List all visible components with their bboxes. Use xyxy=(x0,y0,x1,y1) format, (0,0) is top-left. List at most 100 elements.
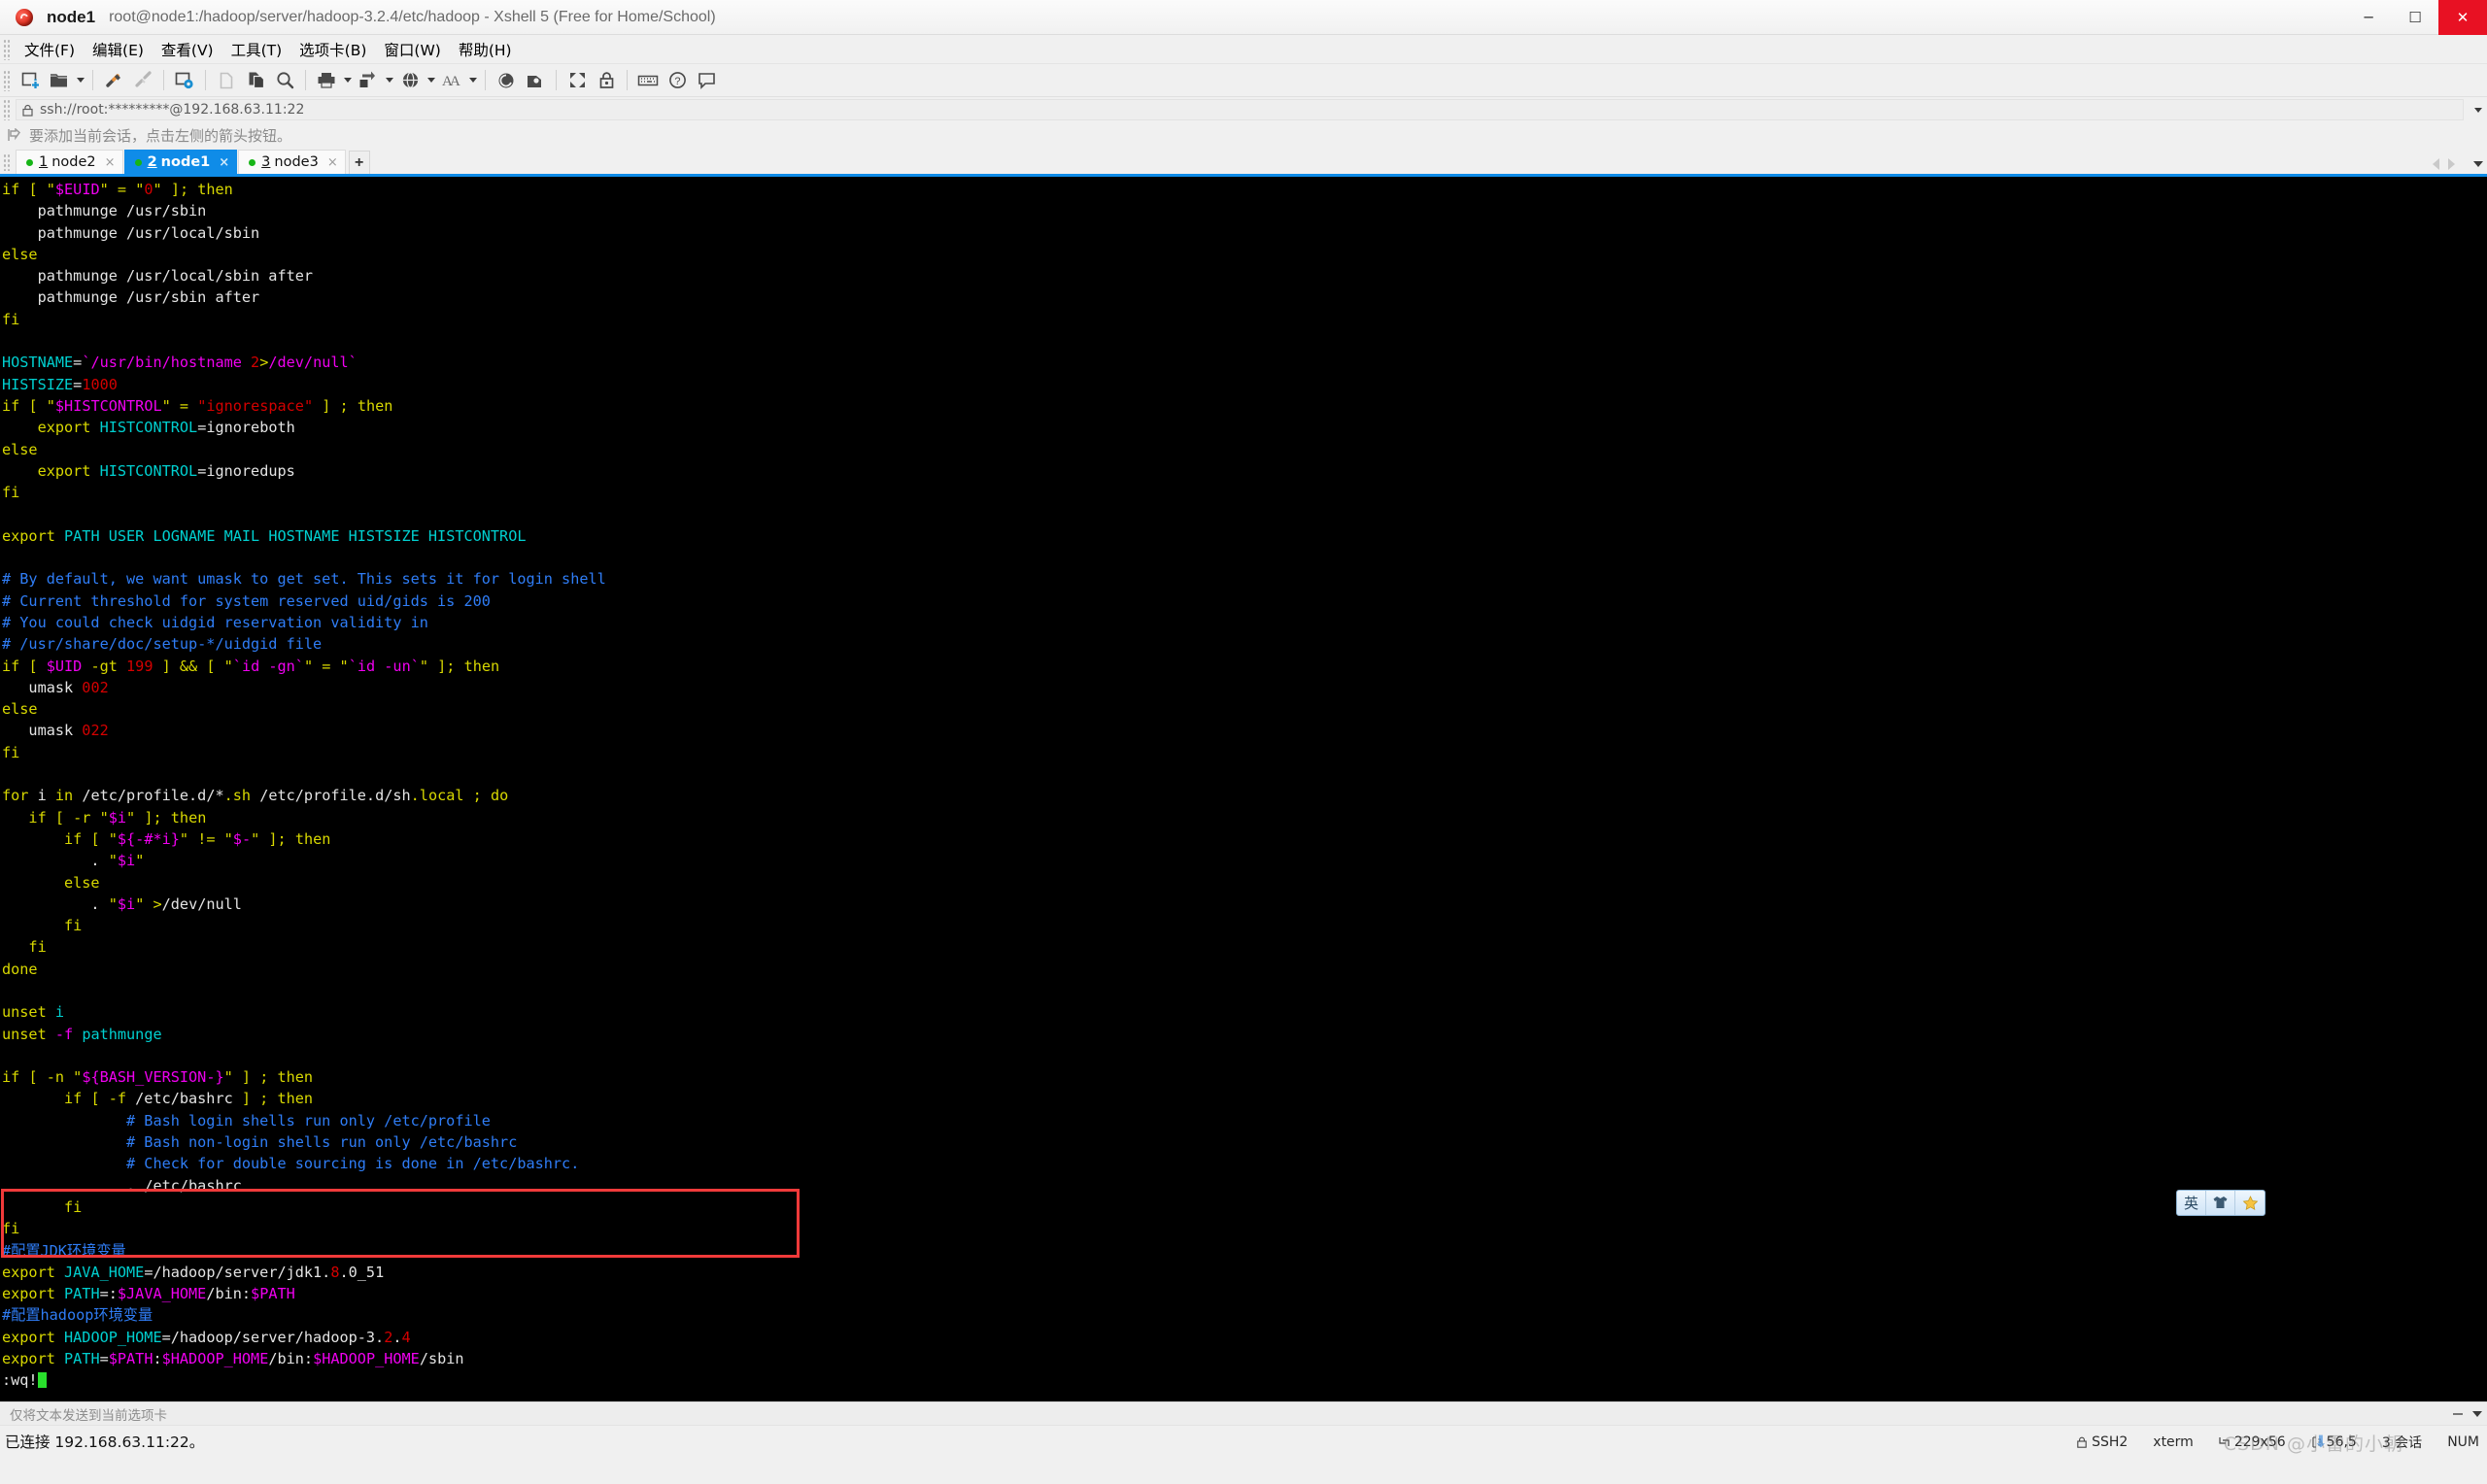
tab-index: 1 xyxy=(39,154,49,170)
minimize-button[interactable]: ─ xyxy=(2345,0,2392,35)
menu-window[interactable]: 窗口(W) xyxy=(375,36,449,63)
status-size: 229x56 xyxy=(2219,1434,2286,1450)
status-bar: 已连接 192.168.63.11:22。 SSH2 xterm 229x56 … xyxy=(0,1425,2487,1457)
tab-node1[interactable]: 2 node1 × xyxy=(123,150,238,174)
fullscreen-icon[interactable] xyxy=(562,67,592,94)
transfer-icon[interactable] xyxy=(354,67,383,94)
triangle-right-icon[interactable] xyxy=(2448,158,2455,170)
font-icon[interactable]: AA xyxy=(437,67,466,94)
terminal-line: fi xyxy=(2,917,83,935)
menu-view[interactable]: 查看(V) xyxy=(153,36,222,63)
status-size-label: 229x56 xyxy=(2233,1433,2286,1450)
tab-close-icon[interactable]: × xyxy=(219,156,229,169)
toolbar-drag-grip[interactable] xyxy=(3,69,12,91)
help-icon[interactable]: ? xyxy=(663,67,692,94)
terminal-line: . /etc/bashrc xyxy=(2,1176,242,1195)
terminal-line: if [ "$HISTCONTROL" = "ignorespace" ] ; … xyxy=(2,396,393,415)
terminal-line: export HISTCONTROL=ignoreboth xyxy=(2,419,295,437)
svg-text:?: ? xyxy=(674,76,680,87)
print-dropdown-arrow[interactable] xyxy=(341,67,354,94)
open-folder-icon[interactable] xyxy=(45,67,74,94)
chevron-down-icon[interactable] xyxy=(2473,161,2483,167)
connect-icon[interactable] xyxy=(99,67,128,94)
menu-tabs[interactable]: 选项卡(B) xyxy=(290,36,375,63)
window-host-name: node1 xyxy=(47,7,96,26)
close-button[interactable]: ✕ xyxy=(2438,0,2487,35)
print-icon[interactable] xyxy=(312,67,341,94)
terminal-command-line: :wq! xyxy=(2,1369,2487,1391)
terminal-line: unset -f pathmunge xyxy=(2,1025,162,1043)
address-drag-grip[interactable] xyxy=(3,99,12,120)
tab-status-dot xyxy=(249,158,256,166)
terminal-line: else xyxy=(2,873,100,892)
transfer-dropdown-arrow[interactable] xyxy=(383,67,395,94)
terminal-line: umask 022 xyxy=(2,722,109,740)
terminal-line: for i in /etc/profile.d/*.sh /etc/profil… xyxy=(2,787,509,805)
terminal-line: if [ -r "$i" ]; then xyxy=(2,808,207,826)
ime-language-bar[interactable]: 英 xyxy=(2176,1190,2266,1216)
keyboard-icon[interactable] xyxy=(633,67,663,94)
terminal-line: else xyxy=(2,440,38,458)
menu-tools[interactable]: 工具(T) xyxy=(222,36,291,63)
menu-help[interactable]: 帮助(H) xyxy=(450,36,521,63)
terminal-line: pathmunge /usr/local/sbin xyxy=(2,223,260,242)
globe-dropdown-arrow[interactable] xyxy=(425,67,437,94)
terminal-line: . "$i" >/dev/null xyxy=(2,894,242,913)
find-icon[interactable] xyxy=(270,67,299,94)
menu-edit[interactable]: 编辑(E) xyxy=(84,36,153,63)
xagent-icon[interactable] xyxy=(521,67,550,94)
send-to-tab-label: 仅将文本发送到当前选项卡 xyxy=(10,1407,167,1424)
paste-icon[interactable] xyxy=(241,67,270,94)
menu-file[interactable]: 文件(F) xyxy=(16,36,84,63)
terminal-cursor xyxy=(37,1372,47,1389)
tab-drag-grip[interactable] xyxy=(3,153,12,171)
triangle-left-icon[interactable] xyxy=(2433,158,2439,170)
address-dropdown-arrow[interactable] xyxy=(2470,107,2487,113)
new-tab-button[interactable]: + xyxy=(348,151,370,174)
resize-icon xyxy=(2219,1436,2230,1448)
terminal-panel[interactable]: if [ "$EUID" = "0" ]; then pathmunge /us… xyxy=(0,174,2487,1401)
terminal-line: pathmunge /usr/sbin xyxy=(2,202,207,220)
skin-icon[interactable] xyxy=(2206,1191,2235,1215)
tab-index: 2 xyxy=(147,154,157,170)
tab-node2[interactable]: 1 node2 × xyxy=(16,150,123,174)
status-numlock: NUM xyxy=(2447,1433,2479,1450)
tab-node3[interactable]: 3 node3 × xyxy=(238,150,346,174)
terminal-line: # You could check uidgid reservation val… xyxy=(2,613,428,631)
connection-status: 已连接 192.168.63.11:22。 xyxy=(5,1433,205,1451)
terminal-line: # Bash login shells run only /etc/profil… xyxy=(2,1111,491,1130)
terminal-line: if [ "${-#*i}" != "$-" ]; then xyxy=(2,829,331,848)
window-controls: ─ ☐ ✕ xyxy=(2345,0,2487,35)
terminal-line: export HISTCONTROL=ignoredups xyxy=(2,461,295,480)
ime-mode-label[interactable]: 英 xyxy=(2177,1191,2206,1215)
menu-drag-grip[interactable] xyxy=(3,38,12,60)
star-icon[interactable] xyxy=(2235,1191,2265,1215)
chevron-down-icon[interactable] xyxy=(2472,1411,2482,1417)
toolbar-separator xyxy=(163,70,164,90)
font-dropdown-arrow[interactable] xyxy=(466,67,479,94)
tab-close-icon[interactable]: × xyxy=(105,156,116,169)
terminal-line: HISTSIZE=1000 xyxy=(2,375,118,393)
open-folder-dropdown-arrow[interactable] xyxy=(74,67,86,94)
svg-text:A: A xyxy=(450,74,460,89)
globe-icon[interactable] xyxy=(395,67,425,94)
address-input[interactable]: ssh://root:*********@192.168.63.11:22 xyxy=(16,99,2464,120)
title-bar: node1 root@node1:/hadoop/server/hadoop-3… xyxy=(0,0,2487,35)
lock-icon[interactable] xyxy=(592,67,621,94)
minus-icon[interactable] xyxy=(2453,1413,2463,1415)
tab-close-icon[interactable]: × xyxy=(327,156,338,169)
comment-icon[interactable] xyxy=(692,67,721,94)
address-bar: ssh://root:*********@192.168.63.11:22 xyxy=(0,97,2487,122)
disconnect-icon xyxy=(128,67,157,94)
new-session-icon[interactable] xyxy=(16,67,45,94)
terminal-line: if [ "$EUID" = "0" ]; then xyxy=(2,181,233,198)
page-title: root@node1:/hadoop/server/hadoop-3.2.4/e… xyxy=(109,8,716,25)
add-to-favorites-icon[interactable] xyxy=(8,128,22,142)
terminal-line: unset i xyxy=(2,1003,65,1022)
session-properties-icon[interactable] xyxy=(170,67,199,94)
maximize-button[interactable]: ☐ xyxy=(2392,0,2438,35)
xftp-icon[interactable] xyxy=(492,67,521,94)
favorites-hint-text: 要添加当前会话，点击左侧的箭头按钮。 xyxy=(29,126,292,145)
